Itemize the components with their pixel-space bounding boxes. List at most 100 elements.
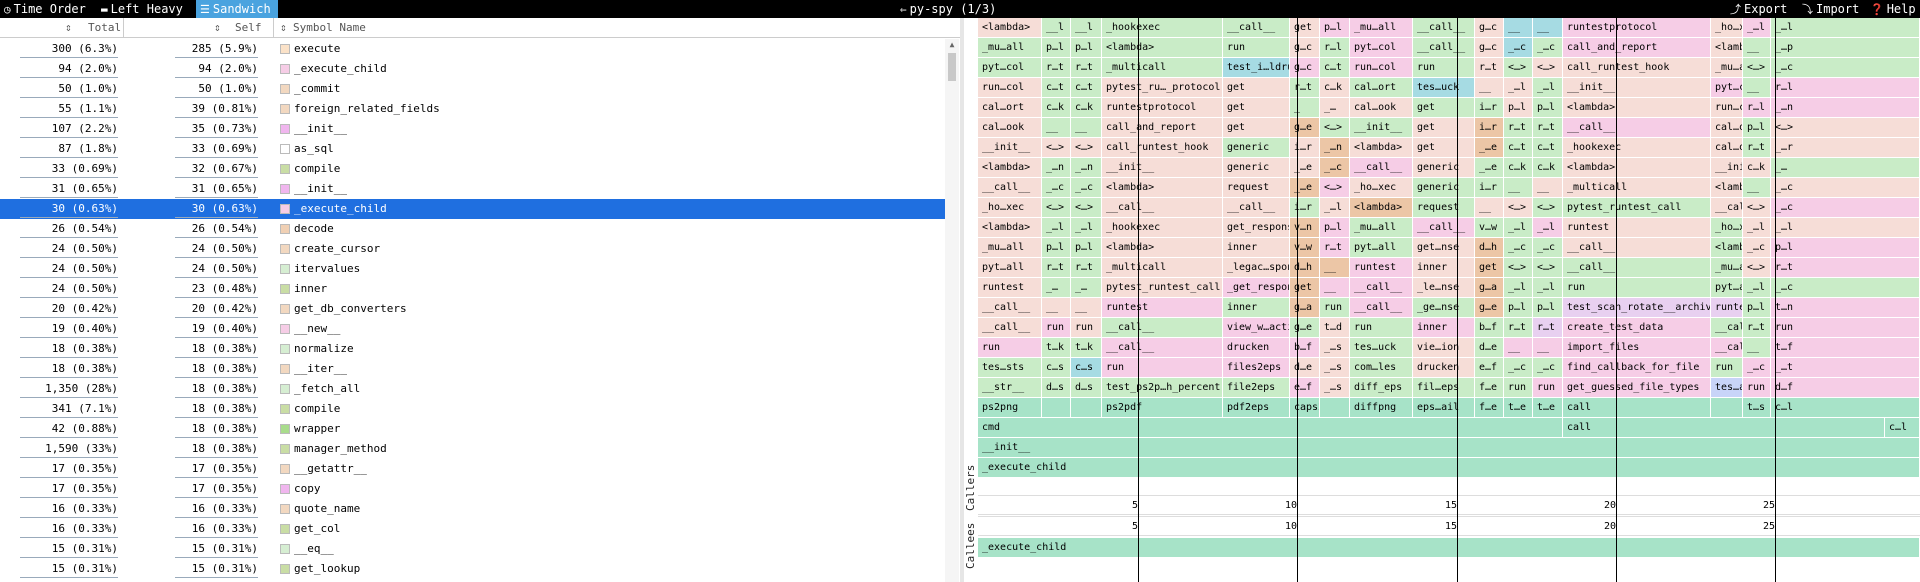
- help-button[interactable]: ❓ Help: [1870, 0, 1918, 18]
- flame-frame[interactable]: _ho…xec: [1350, 178, 1412, 197]
- flame-frame[interactable]: g…e: [1475, 298, 1503, 317]
- flame-frame[interactable]: t…n: [1771, 298, 1919, 317]
- flame-frame[interactable]: test_i…ldruck: [1223, 58, 1289, 77]
- flame-frame[interactable]: _…c: [1042, 178, 1070, 197]
- flame-frame[interactable]: <…>: [1042, 198, 1070, 217]
- flame-frame[interactable]: <lambda>: [1102, 38, 1222, 57]
- flame-frame[interactable]: get…nse: [1413, 238, 1474, 257]
- flame-frame[interactable]: request: [1413, 198, 1474, 217]
- symbol-name-column-header[interactable]: Symbol Name: [293, 18, 366, 38]
- flame-frame[interactable]: g…a: [1475, 278, 1503, 297]
- flame-frame[interactable]: _mu…all: [978, 238, 1041, 257]
- flame-frame[interactable]: inner: [1223, 298, 1289, 317]
- flame-frame[interactable]: pytest_runtest_call: [1102, 278, 1222, 297]
- tab-left-heavy[interactable]: ▬ Left Heavy: [101, 0, 193, 18]
- flame-frame[interactable]: r…t: [1320, 238, 1349, 257]
- flame-frame[interactable]: cal…ook: [1711, 138, 1742, 157]
- flame-frame[interactable]: c…k: [1071, 98, 1101, 117]
- flame-frame[interactable]: t…d: [1320, 318, 1349, 337]
- table-row[interactable]: 26 (0.54%) 26 (0.54%) decode: [0, 219, 945, 239]
- flame-frame[interactable]: _…s: [1320, 358, 1349, 377]
- flame-frame[interactable]: p…l: [1743, 118, 1770, 137]
- flame-frame[interactable]: ps2pdf: [1102, 398, 1222, 417]
- flame-frame[interactable]: __call__: [1223, 198, 1289, 217]
- flame-frame[interactable]: _multicall: [1102, 58, 1222, 77]
- flame-frame[interactable]: _le…nse: [1413, 278, 1474, 297]
- flame-frame[interactable]: eps…ail: [1413, 398, 1474, 417]
- flame-frame[interactable]: d…e: [1475, 338, 1503, 357]
- table-row[interactable]: 24 (0.50%) 23 (0.48%) inner: [0, 279, 945, 299]
- flame-frame[interactable]: p…l: [1042, 238, 1070, 257]
- flame-frame[interactable]: f…e: [1475, 398, 1503, 417]
- flame-frame[interactable]: run: [1711, 358, 1742, 377]
- flame-frame[interactable]: inner: [1413, 318, 1474, 337]
- flame-frame[interactable]: _…c: [1743, 238, 1770, 257]
- flame-frame[interactable]: __call__: [1102, 338, 1222, 357]
- flame-frame[interactable]: cal…ook: [978, 118, 1041, 137]
- table-row[interactable]: 16 (0.33%) 16 (0.33%) get_col: [0, 519, 945, 539]
- flame-frame[interactable]: r…t: [1071, 258, 1101, 277]
- flame-frame[interactable]: d…h: [1475, 238, 1503, 257]
- flame-frame[interactable]: p…l: [1320, 18, 1349, 37]
- flame-frame[interactable]: g…c: [1475, 18, 1503, 37]
- flame-frame[interactable]: i…r: [1475, 118, 1503, 137]
- flame-frame[interactable]: _…c: [1743, 358, 1770, 377]
- flame-frame[interactable]: get: [1290, 18, 1319, 37]
- table-row[interactable]: 94 (2.0%) 94 (2.0%) _execute_child: [0, 59, 945, 79]
- flame-frame[interactable]: get: [1223, 118, 1289, 137]
- flame-frame[interactable]: __call__: [978, 178, 1041, 197]
- flame-frame[interactable]: p…l: [1771, 238, 1919, 257]
- flame-frame[interactable]: c…t: [1504, 138, 1532, 157]
- flame-frame[interactable]: _…n: [1071, 158, 1101, 177]
- flame-frame[interactable]: _…c: [1533, 358, 1562, 377]
- flame-frame[interactable]: _…c: [1504, 358, 1532, 377]
- table-row[interactable]: 15 (0.31%) 15 (0.31%) get_lookup: [0, 559, 945, 579]
- table-row[interactable]: 300 (6.3%) 285 (5.9%) execute: [0, 39, 945, 59]
- flame-frame[interactable]: get: [1223, 78, 1289, 97]
- flame-frame[interactable]: v…w: [1475, 218, 1503, 237]
- table-row[interactable]: 24 (0.50%) 24 (0.50%) create_cursor: [0, 239, 945, 259]
- table-row[interactable]: 15 (0.31%) 15 (0.31%) __eq__: [0, 539, 945, 559]
- flame-frame[interactable]: generic: [1413, 158, 1474, 177]
- flame-frame[interactable]: import_files: [1563, 338, 1710, 357]
- table-row[interactable]: 1,350 (28%) 18 (0.38%) _fetch_all: [0, 379, 945, 399]
- flame-frame[interactable]: r…t: [1533, 318, 1562, 337]
- table-row[interactable]: 42 (0.88%) 18 (0.38%) wrapper: [0, 419, 945, 439]
- flame-frame[interactable]: run…col: [978, 78, 1041, 97]
- table-row[interactable]: 1,590 (33%) 18 (0.38%) manager_method: [0, 439, 945, 459]
- flame-frame[interactable]: __: [1533, 338, 1562, 357]
- flame-frame[interactable]: drucken: [1223, 338, 1289, 357]
- flame-frame[interactable]: _…: [1042, 278, 1070, 297]
- flame-frame[interactable]: [1071, 398, 1101, 417]
- flame-frame[interactable]: __: [1042, 118, 1070, 137]
- flame-frame[interactable]: _mu…all: [1350, 18, 1412, 37]
- flame-frame[interactable]: find_callback_for_file: [1563, 358, 1710, 377]
- flame-frame[interactable]: runtest: [1711, 298, 1742, 317]
- flame-frame[interactable]: __call__: [978, 318, 1041, 337]
- flame-frame[interactable]: __: [1743, 178, 1770, 197]
- vertical-scrollbar[interactable]: ▲: [945, 39, 959, 582]
- flame-frame[interactable]: run: [1223, 38, 1289, 57]
- flame-frame[interactable]: _…p: [1771, 38, 1919, 57]
- flame-frame[interactable]: _hookexec: [1563, 138, 1710, 157]
- flame-frame[interactable]: c…k: [1743, 158, 1770, 177]
- flame-frame[interactable]: p…l: [1533, 98, 1562, 117]
- flame-frame[interactable]: call_runtest_hook: [1102, 138, 1222, 157]
- flame-frame[interactable]: _…e: [1290, 178, 1319, 197]
- flame-frame[interactable]: generic: [1413, 178, 1474, 197]
- flame-frame[interactable]: get: [1413, 98, 1474, 117]
- import-button[interactable]: ⤵ Import: [1802, 0, 1868, 18]
- flame-frame[interactable]: _…n: [1320, 138, 1349, 157]
- tab-time-order[interactable]: ◷ Time Order: [4, 0, 94, 18]
- flame-frame[interactable]: _ho…xec: [1711, 18, 1742, 37]
- tab-sandwich[interactable]: ☰ Sandwich: [196, 0, 278, 18]
- flame-frame[interactable]: c…t: [1320, 58, 1349, 77]
- flame-frame[interactable]: __: [1475, 198, 1503, 217]
- flame-frame[interactable]: _…c: [1504, 238, 1532, 257]
- flame-frame[interactable]: _ge…nse: [1413, 298, 1474, 317]
- flame-frame[interactable]: __: [1504, 18, 1532, 37]
- flame-frame[interactable]: call_and_report: [1102, 118, 1222, 137]
- table-row[interactable]: 341 (7.1%) 18 (0.38%) compile: [0, 399, 945, 419]
- flame-frame[interactable]: runtest: [1102, 298, 1222, 317]
- table-row[interactable]: 31 (0.65%) 31 (0.65%) __init__: [0, 179, 945, 199]
